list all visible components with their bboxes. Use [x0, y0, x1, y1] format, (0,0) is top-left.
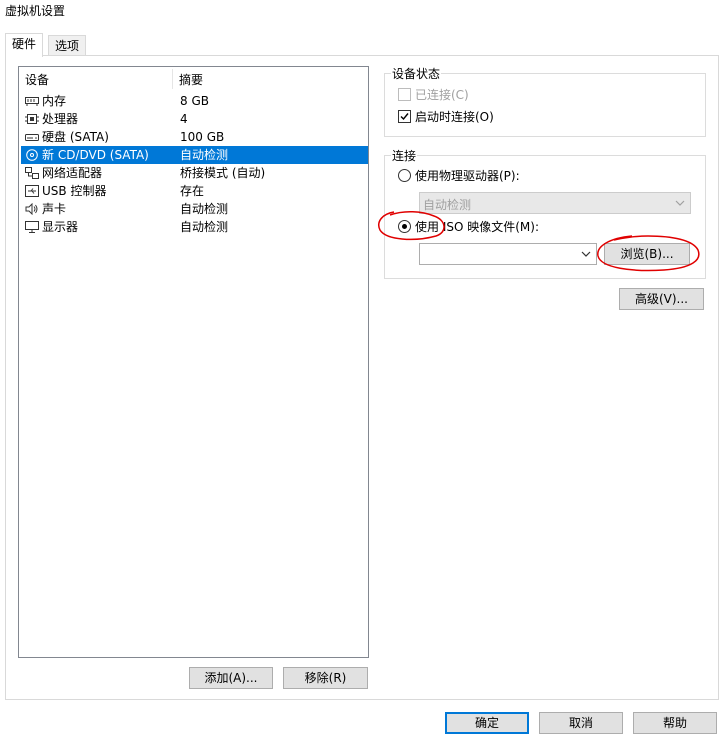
device-name: 新 CD/DVD (SATA) — [42, 148, 149, 162]
annotation-circle-iso-radio — [378, 211, 445, 241]
device-row-cd-dvd[interactable]: 新 CD/DVD (SATA) 自动检测 — [21, 146, 368, 164]
monitor-icon — [25, 221, 39, 233]
tab-options[interactable]: 选项 — [48, 35, 87, 57]
device-row-processor[interactable]: 处理器 4 — [21, 110, 368, 128]
chevron-down-icon — [675, 200, 685, 206]
device-status-group — [384, 73, 706, 137]
device-name: 内存 — [42, 94, 67, 108]
cd-dvd-icon — [26, 149, 38, 161]
device-summary: 自动检测 — [180, 220, 229, 234]
device-name: 网络适配器 — [42, 166, 103, 180]
tab-hardware[interactable]: 硬件 — [5, 33, 44, 57]
speaker-icon — [25, 203, 38, 215]
connected-label: 已连接(C) — [415, 88, 469, 102]
connect-at-power-on-label: 启动时连接(O) — [415, 110, 494, 124]
chevron-down-icon[interactable] — [580, 247, 592, 261]
device-row-usb-controller[interactable]: USB 控制器 存在 — [21, 182, 368, 200]
device-list[interactable]: 设备 摘要 内存 8 GB 处理器 4 硬盘 (SATA) 100 GB 新 C… — [18, 66, 369, 658]
device-summary: 桥接模式 (自动) — [180, 166, 266, 180]
connected-checkbox[interactable] — [398, 88, 411, 101]
device-row-display[interactable]: 显示器 自动检测 — [21, 218, 368, 236]
tab-hardware-label: 硬件 — [12, 37, 37, 51]
device-name: 显示器 — [42, 220, 79, 234]
device-name: USB 控制器 — [42, 184, 107, 198]
connect-at-power-on-checkbox[interactable] — [398, 110, 411, 123]
device-name: 声卡 — [42, 202, 67, 216]
iso-path-combobox[interactable] — [419, 243, 597, 265]
device-summary: 8 GB — [180, 94, 209, 108]
advanced-button[interactable]: 高级(V)... — [619, 288, 704, 310]
physical-drive-radio[interactable] — [398, 169, 411, 182]
device-status-title: 设备状态 — [391, 65, 442, 82]
device-row-network-adapter[interactable]: 网络适配器 桥接模式 (自动) — [21, 164, 368, 182]
connection-title: 连接 — [391, 147, 418, 164]
physical-drive-label: 使用物理驱动器(P): — [415, 169, 520, 183]
processor-icon — [25, 114, 39, 124]
column-header-device[interactable]: 设备 — [25, 71, 49, 89]
device-name: 处理器 — [42, 112, 79, 126]
window-title: 虚拟机设置 — [5, 4, 66, 18]
remove-device-button[interactable]: 移除(R) — [283, 667, 368, 689]
device-summary: 自动检测 — [180, 148, 229, 162]
cancel-button[interactable]: 取消 — [539, 712, 623, 734]
device-name: 硬盘 (SATA) — [42, 130, 109, 144]
checkmark-icon — [400, 113, 409, 121]
physical-drive-select[interactable]: 自动检测 — [419, 192, 691, 214]
device-row-hard-disk[interactable]: 硬盘 (SATA) 100 GB — [21, 128, 368, 146]
memory-icon — [25, 97, 39, 106]
column-header-summary[interactable]: 摘要 — [179, 71, 203, 89]
help-button[interactable]: 帮助 — [633, 712, 717, 734]
column-separator[interactable] — [172, 69, 173, 89]
device-summary: 100 GB — [180, 130, 225, 144]
device-row-memory[interactable]: 内存 8 GB — [21, 92, 368, 110]
usb-icon — [25, 185, 39, 197]
tab-options-label: 选项 — [55, 39, 80, 53]
device-row-sound-card[interactable]: 声卡 自动检测 — [21, 200, 368, 218]
device-summary: 存在 — [180, 184, 205, 198]
device-summary: 4 — [180, 112, 188, 126]
annotation-circle-browse — [597, 235, 700, 272]
add-device-button[interactable]: 添加(A)... — [189, 667, 273, 689]
device-summary: 自动检测 — [180, 202, 229, 216]
hard-disk-icon — [25, 134, 39, 141]
network-adapter-icon — [25, 167, 39, 179]
ok-button[interactable]: 确定 — [445, 712, 529, 734]
